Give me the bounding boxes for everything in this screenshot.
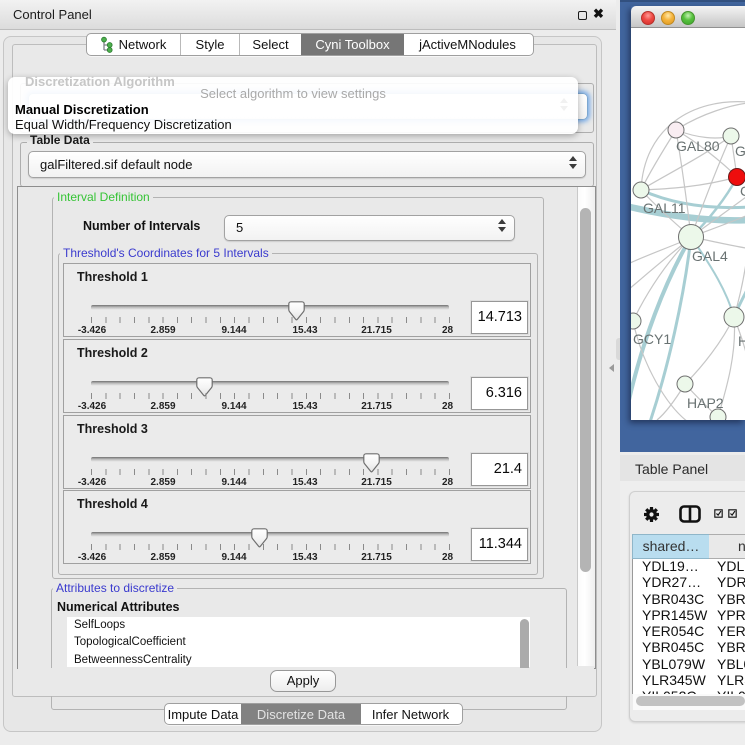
svg-text:HAP2: HAP2 bbox=[687, 395, 724, 411]
svg-text:GAL11: GAL11 bbox=[643, 200, 686, 216]
svg-text:GA: GA bbox=[735, 143, 745, 159]
svg-text:C: C bbox=[740, 183, 745, 199]
svg-text:H: H bbox=[738, 333, 745, 349]
svg-text:GAL4: GAL4 bbox=[692, 248, 728, 264]
svg-text:GAL80: GAL80 bbox=[676, 138, 720, 154]
svg-text:GCY1: GCY1 bbox=[633, 331, 671, 347]
